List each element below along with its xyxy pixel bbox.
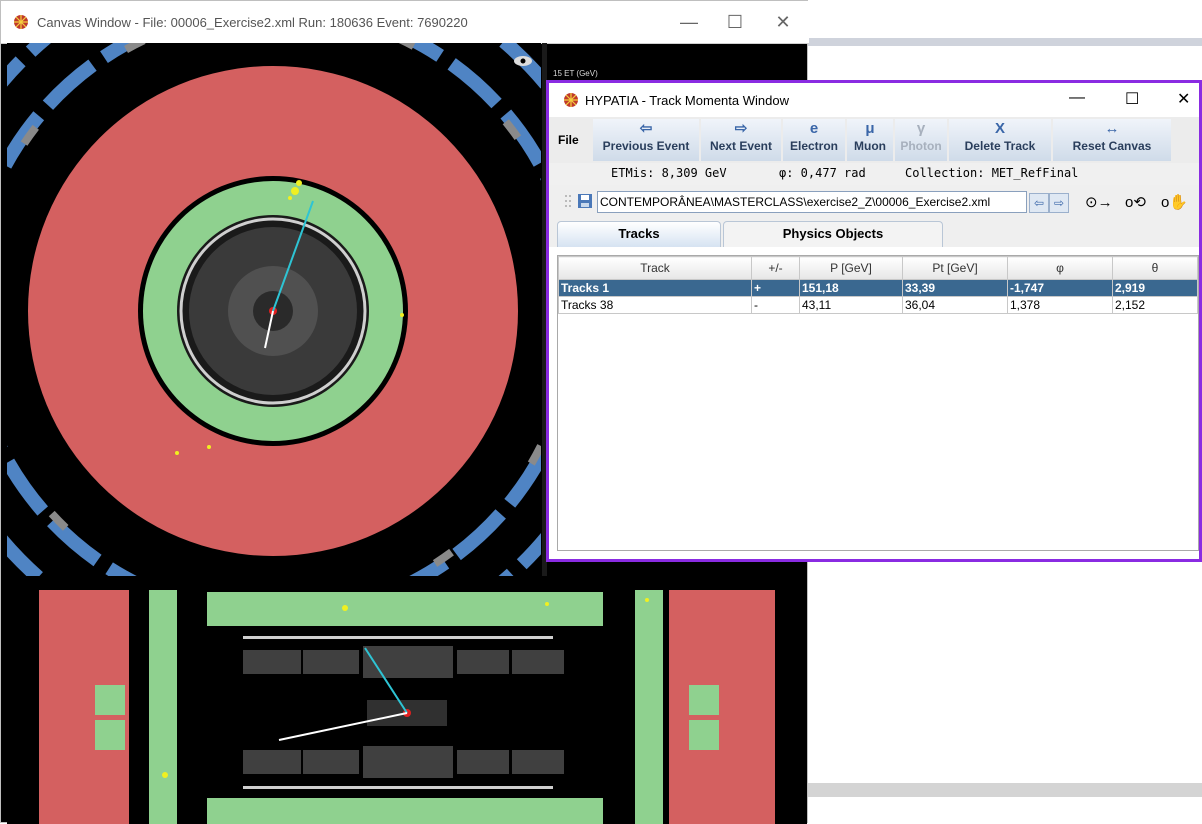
info-bar: ETMis: 8,309 GeV φ: 0,477 rad Collection…: [549, 163, 1199, 185]
column-header-p[interactable]: P [GeV]: [799, 256, 903, 280]
cell-track[interactable]: Tracks 1: [558, 279, 752, 297]
canvas-window-title: Canvas Window - File: 00006_Exercise2.xm…: [37, 15, 468, 30]
muon-button[interactable]: μ Muon: [847, 119, 893, 161]
reset-canvas-button[interactable]: ↔ Reset Canvas: [1053, 119, 1171, 161]
arrow-right-icon: ⇨: [734, 120, 748, 137]
file-menu[interactable]: File: [558, 133, 579, 147]
save-icon[interactable]: [577, 193, 593, 209]
et-scale-label: 15 ET (GeV): [553, 69, 598, 78]
close-button[interactable]: ✕: [763, 1, 803, 44]
cell-phi[interactable]: 1,378: [1007, 296, 1113, 314]
photon-icon: γ: [916, 120, 926, 137]
cell-p[interactable]: 43,11: [799, 296, 903, 314]
cell-pt[interactable]: 33,39: [902, 279, 1008, 297]
cell-charge[interactable]: +: [751, 279, 800, 297]
cell-pt[interactable]: 36,04: [902, 296, 1008, 314]
file-path-field[interactable]: CONTEMPORÂNEA\MASTERCLASS\exercise2_Z\00…: [597, 191, 1027, 213]
cell-track[interactable]: Tracks 38: [558, 296, 752, 314]
cell-theta[interactable]: 2,152: [1112, 296, 1198, 314]
tab-bar: Tracks Physics Objects: [549, 217, 1199, 247]
cell-p[interactable]: 151,18: [799, 279, 903, 297]
cell-phi[interactable]: -1,747: [1007, 279, 1113, 297]
column-header-track[interactable]: Track: [558, 256, 752, 280]
table-row[interactable]: Tracks 38 - 43,11 36,04 1,378 2,152: [558, 296, 1198, 314]
delete-track-button[interactable]: X Delete Track: [949, 119, 1051, 161]
track-window-title: HYPATIA - Track Momenta Window: [585, 93, 789, 108]
electron-button[interactable]: e Electron: [783, 119, 845, 161]
eye-icon: [514, 56, 532, 66]
next-event-button[interactable]: ⇨ Next Event: [701, 119, 781, 161]
background-window-edge: [808, 783, 1202, 797]
hand-icon[interactable]: o✋: [1161, 193, 1188, 211]
minimize-button[interactable]: —: [1069, 89, 1085, 107]
maximize-button[interactable]: ☐: [1125, 89, 1139, 109]
transverse-view-canvas[interactable]: [7, 43, 541, 576]
column-header-phi[interactable]: φ: [1007, 256, 1113, 280]
canvas-titlebar: Canvas Window - File: 00006_Exercise2.xm…: [1, 1, 809, 44]
grip-icon: [563, 193, 577, 209]
collection-value: Collection: MET_RefFinal: [905, 166, 1079, 180]
tab-tracks[interactable]: Tracks: [557, 221, 721, 247]
cell-theta[interactable]: 2,919: [1112, 279, 1198, 297]
muon-icon: μ: [865, 120, 875, 137]
tracks-table: Track +/- P [GeV] Pt [GeV] φ θ Tracks 1 …: [557, 255, 1199, 551]
next-file-button[interactable]: ⇨: [1049, 193, 1069, 213]
tab-physics-objects[interactable]: Physics Objects: [723, 221, 943, 247]
track-select-icon[interactable]: ⊙→: [1085, 193, 1113, 211]
electron-icon: e: [809, 120, 819, 137]
rotate-icon[interactable]: o⟲: [1125, 193, 1146, 211]
maximize-button[interactable]: ☐: [715, 1, 755, 44]
previous-event-button[interactable]: ⇦ Previous Event: [593, 119, 699, 161]
toolbar: File ⇦ Previous Event ⇨ Next Event e Ele…: [549, 117, 1199, 163]
longitudinal-view-canvas[interactable]: [7, 580, 807, 824]
column-header-theta[interactable]: θ: [1112, 256, 1198, 280]
minimize-button[interactable]: —: [669, 1, 709, 44]
arrow-left-icon: ⇦: [639, 120, 653, 137]
column-header-charge[interactable]: +/-: [751, 256, 800, 280]
previous-file-button[interactable]: ⇦: [1029, 193, 1049, 213]
hypatia-logo-icon: [563, 92, 579, 108]
phi-value: φ: 0,477 rad: [779, 166, 866, 180]
background-window-edge: [808, 38, 1202, 46]
column-header-pt[interactable]: Pt [GeV]: [902, 256, 1008, 280]
close-button[interactable]: ✕: [1177, 89, 1190, 109]
path-bar: CONTEMPORÂNEA\MASTERCLASS\exercise2_Z\00…: [549, 185, 1199, 217]
reset-icon: ↔: [1104, 120, 1120, 137]
photon-button[interactable]: γ Photon: [895, 119, 947, 161]
cell-charge[interactable]: -: [751, 296, 800, 314]
track-momenta-window: HYPATIA - Track Momenta Window — ☐ ✕ Fil…: [546, 80, 1202, 562]
delete-icon: X: [994, 120, 1005, 137]
track-window-titlebar: HYPATIA - Track Momenta Window — ☐ ✕: [549, 83, 1199, 117]
etmis-value: ETMis: 8,309 GeV: [611, 166, 727, 180]
table-row[interactable]: Tracks 1 + 151,18 33,39 -1,747 2,919: [558, 279, 1198, 297]
hypatia-logo-icon: [13, 14, 29, 30]
